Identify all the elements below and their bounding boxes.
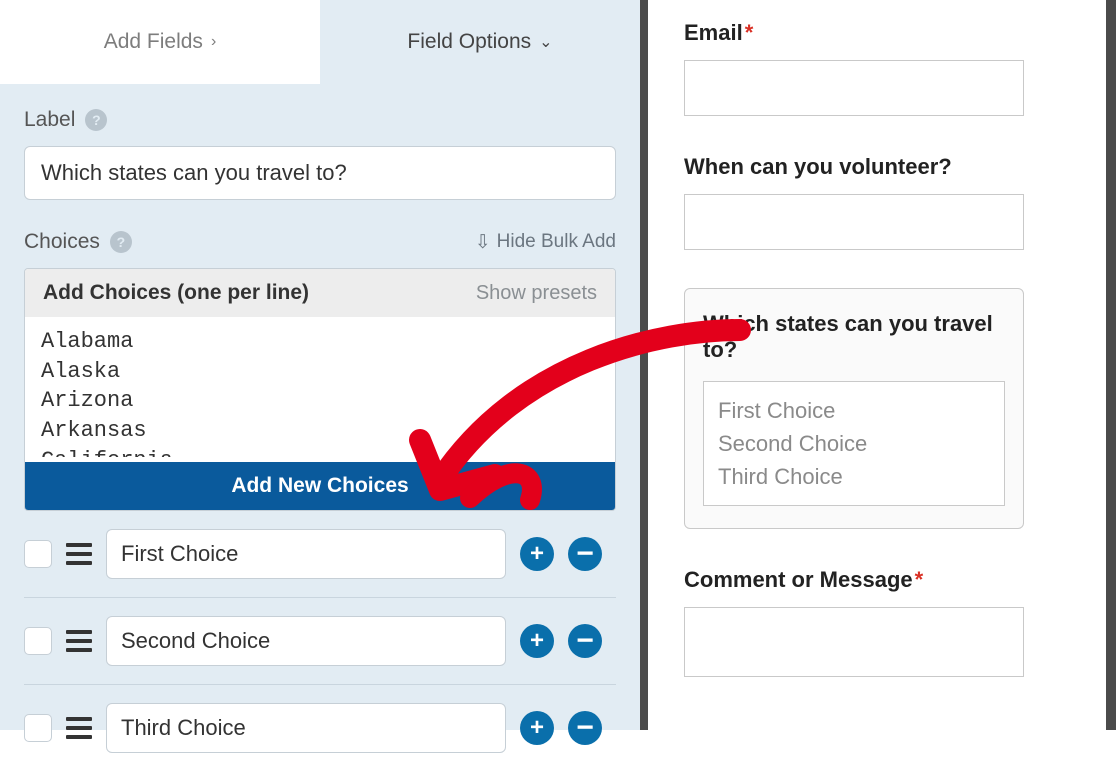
add-choice-button[interactable]: + [520,711,554,745]
choices-section-header: Choices ? [24,230,132,254]
field-label: Which states can you travel to? [703,311,1005,363]
tab-add-fields[interactable]: Add Fields › [0,0,320,84]
tab-label: Field Options [407,30,531,54]
choice-option[interactable]: First Choice [718,394,990,427]
required-asterisk-icon: * [915,567,924,592]
drag-handle-icon[interactable] [66,630,92,652]
help-icon[interactable]: ? [110,231,132,253]
bulk-add-panel: Add Choices (one per line) Show presets … [24,268,616,511]
field-label: When can you volunteer? [684,154,952,179]
download-icon: ⇩ [475,231,491,254]
field-label: Email [684,20,743,45]
label-section-header: Label ? [24,108,616,132]
tab-field-options[interactable]: Field Options ⌄ [320,0,640,84]
field-label: Comment or Message [684,567,913,592]
bulk-title: Add Choices (one per line) [43,281,309,305]
choice-row: + − [24,598,616,685]
label-input[interactable] [24,146,616,200]
bulk-link-label: Hide Bulk Add [497,231,616,253]
choice-input[interactable] [106,529,506,579]
preview-field-email: Email* [684,20,1080,116]
remove-choice-button[interactable]: − [568,624,602,658]
add-new-choices-button[interactable]: Add New Choices [25,462,615,510]
bulk-choices-textarea[interactable] [25,317,615,457]
preview-field-comment: Comment or Message* [684,567,1080,677]
drag-handle-icon[interactable] [66,717,92,739]
choices-list: First Choice Second Choice Third Choice [703,381,1005,506]
preview-field-volunteer: When can you volunteer? [684,154,1080,250]
add-choice-button[interactable]: + [520,537,554,571]
comment-textarea[interactable] [684,607,1024,677]
chevron-right-icon: › [211,33,216,51]
choice-input[interactable] [106,703,506,753]
section-title: Choices [24,230,100,254]
choice-option[interactable]: Third Choice [718,460,990,493]
required-asterisk-icon: * [745,20,754,45]
show-presets-link[interactable]: Show presets [476,282,597,305]
help-icon[interactable]: ? [85,109,107,131]
field-options-panel: Add Fields › Field Options ⌄ Label ? Cho… [0,0,648,730]
choice-checkbox[interactable] [24,540,52,568]
choice-row: + − [24,511,616,598]
hide-bulk-add-link[interactable]: ⇩ Hide Bulk Add [475,231,616,254]
panel-tabs: Add Fields › Field Options ⌄ [0,0,640,84]
email-input[interactable] [684,60,1024,116]
chevron-down-icon: ⌄ [539,32,552,52]
preview-field-states[interactable]: Which states can you travel to? First Ch… [684,288,1024,529]
choice-input[interactable] [106,616,506,666]
section-title: Label [24,108,75,132]
choice-row: + − [24,685,616,771]
choice-checkbox[interactable] [24,627,52,655]
form-preview: Email* When can you volunteer? Which sta… [648,0,1116,730]
choice-option[interactable]: Second Choice [718,427,990,460]
remove-choice-button[interactable]: − [568,537,602,571]
drag-handle-icon[interactable] [66,543,92,565]
volunteer-input[interactable] [684,194,1024,250]
remove-choice-button[interactable]: − [568,711,602,745]
tab-label: Add Fields [104,30,203,54]
choice-checkbox[interactable] [24,714,52,742]
add-choice-button[interactable]: + [520,624,554,658]
